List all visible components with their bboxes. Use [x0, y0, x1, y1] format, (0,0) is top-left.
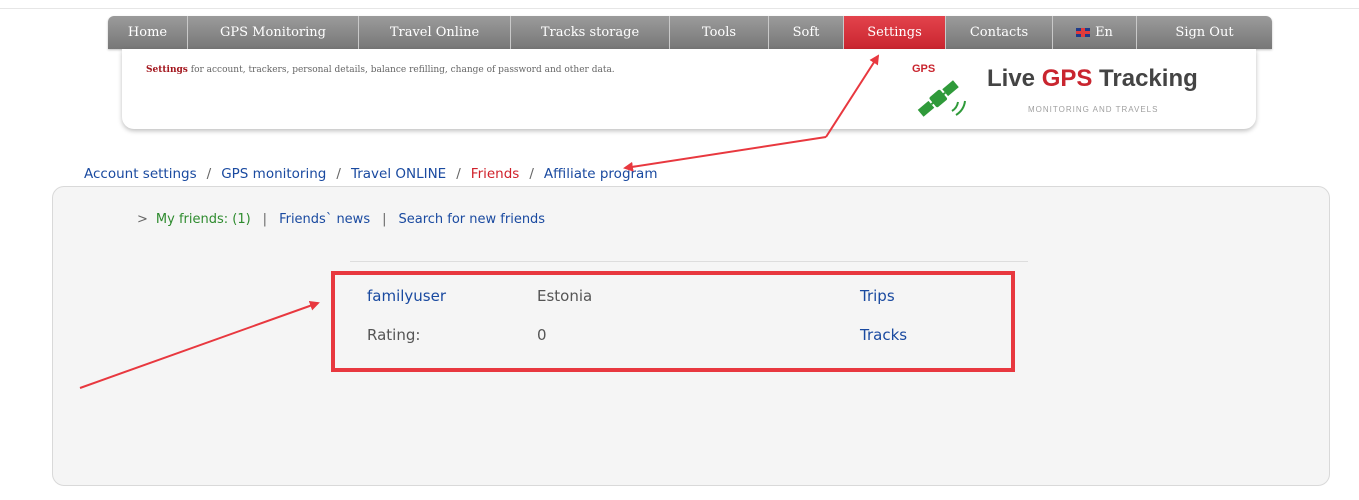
- nav-home-label: Home: [127, 25, 168, 40]
- subnav-travel-online[interactable]: Travel ONLINE: [351, 166, 446, 182]
- nav-soft[interactable]: Soft: [769, 16, 844, 49]
- nav-language[interactable]: En: [1053, 16, 1137, 49]
- subnav-affiliate-program[interactable]: Affiliate program: [544, 166, 658, 182]
- friend-country: Estonia: [537, 287, 593, 305]
- nav-settings[interactable]: Settings: [844, 16, 946, 49]
- nav-home[interactable]: Home: [108, 16, 188, 49]
- friends-panel: > My friends: (1) | Friends` news | Search fo…: [52, 186, 1330, 486]
- logo-title-gps: GPS: [1041, 65, 1093, 92]
- logo-title-live: Live: [987, 65, 1042, 92]
- site-logo[interactable]: GPS Live GPS Tracking MONITORING AND TRA…: [912, 57, 1242, 123]
- subnav-separator: /: [456, 166, 461, 182]
- settings-subnav: Account settings / GPS monitoring / Travel O…: [84, 166, 657, 182]
- friend-rating-value: 0: [537, 326, 547, 344]
- friend-card: familyuser Estonia Trips Rating: 0 Track…: [331, 271, 1015, 372]
- nav-language-label: En: [1095, 25, 1113, 40]
- search-friends-link[interactable]: Search for new friends: [398, 212, 545, 227]
- my-friends-tab[interactable]: My friends: (1): [156, 212, 251, 227]
- friend-trips-link[interactable]: Trips: [860, 287, 895, 305]
- top-divider: [0, 8, 1359, 9]
- satellite-icon: [917, 80, 966, 117]
- friend-username-link[interactable]: familyuser: [367, 287, 446, 305]
- nav-settings-label: Settings: [867, 25, 922, 40]
- logo-title-tracking: Tracking: [1092, 65, 1198, 92]
- friends-news-link[interactable]: Friends` news: [279, 212, 370, 227]
- logo-title: Live GPS Tracking: [987, 65, 1198, 93]
- friend-rating-label: Rating:: [367, 326, 421, 344]
- nav-sign-out-label: Sign Out: [1175, 25, 1234, 40]
- header-description-strong: Settings: [146, 65, 188, 75]
- subnav-separator: /: [529, 166, 534, 182]
- friends-list-divider: [350, 261, 1028, 262]
- header-description: Settings for account, trackers, personal…: [146, 65, 615, 75]
- chevron-right-icon: >: [137, 212, 148, 227]
- friends-nav-separator: |: [382, 212, 387, 227]
- uk-flag-icon: [1076, 28, 1091, 37]
- arrow-to-friends: [623, 136, 827, 172]
- main-nav: Home GPS Monitoring Travel Online Tracks…: [108, 16, 1272, 49]
- logo-subtitle: MONITORING AND TRAVELS: [1028, 105, 1159, 114]
- nav-tracks-storage-label: Tracks storage: [540, 25, 640, 40]
- subnav-separator: /: [206, 166, 212, 182]
- nav-contacts[interactable]: Contacts: [946, 16, 1053, 49]
- subnav-separator: /: [336, 166, 341, 182]
- nav-tools[interactable]: Tools: [670, 16, 769, 49]
- header-panel: Settings for account, trackers, personal…: [122, 49, 1256, 129]
- subnav-account-settings[interactable]: Account settings: [84, 166, 197, 182]
- nav-tracks-storage[interactable]: Tracks storage: [511, 16, 670, 49]
- friends-nav-separator: |: [262, 212, 268, 227]
- subnav-friends[interactable]: Friends: [471, 166, 520, 182]
- friend-tracks-link[interactable]: Tracks: [860, 326, 907, 344]
- nav-gps-monitoring-label: GPS Monitoring: [220, 25, 326, 40]
- nav-travel-online-label: Travel Online: [389, 25, 480, 40]
- nav-gps-monitoring[interactable]: GPS Monitoring: [188, 16, 359, 49]
- nav-sign-out[interactable]: Sign Out: [1137, 16, 1272, 49]
- header-description-text: for account, trackers, personal details,…: [187, 65, 615, 75]
- nav-travel-online[interactable]: Travel Online: [359, 16, 511, 49]
- nav-tools-label: Tools: [701, 25, 737, 40]
- subnav-gps-monitoring[interactable]: GPS monitoring: [221, 166, 326, 182]
- nav-contacts-label: Contacts: [969, 25, 1029, 40]
- nav-soft-label: Soft: [792, 25, 820, 40]
- friends-nav: > My friends: (1) | Friends` news | Search fo…: [137, 212, 545, 227]
